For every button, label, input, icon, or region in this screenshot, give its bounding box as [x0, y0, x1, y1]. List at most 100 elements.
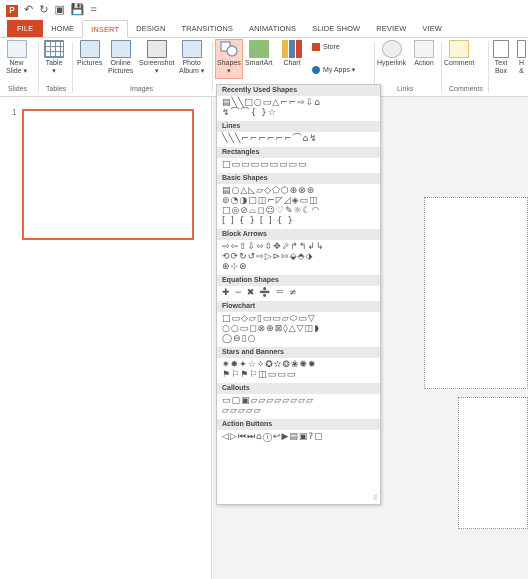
gallery-section-header: Flowchart: [217, 301, 380, 312]
shape-row[interactable]: ⊚◔◑▢◫⌐◸◿◈▭◫: [222, 196, 376, 206]
tab-insert[interactable]: INSERT: [82, 20, 129, 38]
comment-label: Comment: [444, 60, 475, 67]
my-apps-button[interactable]: My Apps ▾: [312, 66, 355, 74]
gallery-shape-grid: ▭▢▣▱▱▱▱▱▱▱▱ ▱▱▱▱▱: [217, 394, 380, 419]
shapes-button[interactable]: Shapes ▾: [215, 39, 243, 79]
slide-thumbnail[interactable]: [22, 109, 194, 240]
hyperlink-button[interactable]: Hyperlink: [377, 40, 406, 68]
group-separator: [488, 42, 489, 92]
hyperlink-icon: [381, 40, 402, 58]
group-separator: [441, 42, 442, 92]
shapes-gallery: Recently Used Shapes ▤╲╲□○▭△⌐⌐⇨⇩⌂ ↯⌒⌒{ }☆ L…: [216, 84, 381, 505]
text-box-button[interactable]: Text Box: [493, 40, 509, 76]
group-label-tables: Tables: [46, 86, 67, 93]
new-slide-button[interactable]: New Slide ▾: [6, 40, 27, 76]
shape-row[interactable]: ╲╲╲⌐⌐⌐⌐⌐⌐⌒⌂↯: [222, 134, 376, 144]
shape-row[interactable]: ○○▭◻⊗⊕⊠◊△▽◫◗: [222, 324, 376, 334]
pictures-button[interactable]: Pictures: [77, 40, 102, 68]
resize-grip-icon[interactable]: ⠿: [373, 496, 378, 502]
shape-row[interactable]: ▱▱▱▱▱: [222, 406, 376, 416]
smartart-label: SmartArt: [245, 60, 273, 67]
gallery-shape-grid: ▤╲╲□○▭△⌐⌐⇨⇩⌂ ↯⌒⌒{ }☆: [217, 96, 380, 121]
gallery-section-header: Stars and Banners: [217, 347, 380, 358]
store-label: Store: [323, 43, 340, 51]
tab-animations[interactable]: ANIMATIONS: [241, 20, 304, 37]
shape-row[interactable]: ↯⌒⌒{ }☆: [222, 108, 376, 118]
text-box-icon: [493, 40, 509, 58]
tab-file[interactable]: FILE: [7, 20, 44, 37]
header-footer-icon: [517, 40, 526, 58]
online-pictures-label: Online Pictures: [108, 60, 134, 75]
shape-row[interactable]: ⊕⊹⊛: [222, 262, 376, 272]
photo-album-icon: [181, 40, 202, 58]
shape-row[interactable]: ◁▷⏮⏭⌂ⓘ↩▶▤▣?▢: [222, 432, 376, 442]
shape-row[interactable]: ◯⊖▯○: [222, 334, 376, 344]
tab-transitions[interactable]: TRANSITIONS: [173, 20, 241, 37]
tab-home[interactable]: HOME: [43, 20, 82, 37]
redo-icon[interactable]: ↻: [39, 5, 48, 16]
camera-icon: [146, 40, 167, 58]
my-apps-icon: [312, 66, 320, 74]
gallery-shape-grid: □▭▭▭▭▭▭▭▭: [217, 158, 380, 173]
table-button[interactable]: Table ▾: [44, 40, 64, 76]
shape-row[interactable]: ▤○△◺▱◇⬠⬡⊕⊗⊛: [222, 186, 376, 196]
group-separator: [72, 42, 73, 92]
screenshot-button[interactable]: Screenshot ▾: [139, 40, 174, 76]
group-label-images: Images: [130, 86, 153, 93]
table-icon: [44, 40, 64, 58]
comment-button[interactable]: Comment: [444, 40, 474, 68]
new-slide-label: New Slide ▾: [6, 60, 28, 75]
tab-slide-show[interactable]: SLIDE SHOW: [304, 20, 368, 37]
save-icon[interactable]: 💾: [71, 5, 85, 16]
subtitle-placeholder[interactable]: [458, 397, 528, 529]
header-footer-label: H &: [518, 60, 525, 75]
pictures-icon: [79, 40, 100, 58]
customize-qat-icon[interactable]: =: [91, 5, 97, 16]
undo-icon[interactable]: ↶: [24, 5, 33, 16]
shapes-icon: [219, 40, 239, 58]
gallery-section-header: Lines: [217, 121, 380, 132]
shape-row[interactable]: ✷✸✦☆✧✪✫❂❀✺✹: [222, 360, 376, 370]
group-separator: [38, 42, 39, 92]
store-button[interactable]: Store: [312, 43, 340, 51]
group-label-comments: Comments: [449, 86, 483, 93]
shape-row[interactable]: ⟲⟳↻↺⇨▷⊳⇰⬙⬘⬗: [222, 252, 376, 262]
gallery-shape-grid: □▭◇▱▯▭▭▱⬭▭▽ ○○▭◻⊗⊕⊠◊△▽◫◗ ◯⊖▯○: [217, 312, 380, 347]
shape-row[interactable]: [ ] { } [ ] { }: [222, 216, 376, 226]
title-placeholder[interactable]: [424, 197, 528, 389]
smartart-button[interactable]: SmartArt: [245, 40, 273, 68]
start-from-beginning-icon[interactable]: ▣: [54, 5, 64, 16]
tab-design[interactable]: DESIGN: [128, 20, 173, 37]
group-label-slides: Slides: [8, 86, 28, 93]
shape-row[interactable]: ✚ − ✖ ➗ ＝ ≠: [222, 288, 376, 298]
gallery-section-header: Rectangles: [217, 147, 380, 158]
shape-row[interactable]: ▤╲╲□○▭△⌐⌐⇨⇩⌂: [222, 98, 376, 108]
chart-button[interactable]: Chart: [282, 40, 302, 68]
shape-row[interactable]: ⚑⚐⚑⚐◫▭▭▭: [222, 370, 376, 380]
gallery-shape-grid: ╲╲╲⌐⌐⌐⌐⌐⌐⌒⌂↯: [217, 132, 380, 147]
online-pictures-button[interactable]: Online Pictures: [108, 40, 133, 76]
header-footer-button[interactable]: H &: [517, 40, 526, 76]
table-label: Table ▾: [45, 60, 63, 75]
photo-album-button[interactable]: Photo Album ▾: [179, 40, 204, 76]
shape-row[interactable]: □▭▭▭▭▭▭▭▭: [222, 160, 376, 170]
action-icon: [414, 40, 434, 58]
gallery-shape-grid: ◁▷⏮⏭⌂ⓘ↩▶▤▣?▢: [217, 430, 380, 445]
action-button[interactable]: Action: [414, 40, 434, 68]
group-label-links: Links: [397, 86, 414, 93]
shape-row[interactable]: □◎⊘⌓◻☺♡✎☼☾◠: [222, 206, 376, 216]
shape-row[interactable]: ▭▢▣▱▱▱▱▱▱▱▱: [222, 396, 376, 406]
slide-number: 1: [12, 108, 17, 117]
gallery-shape-grid: ▤○△◺▱◇⬠⬡⊕⊗⊛ ⊚◔◑▢◫⌐◸◿◈▭◫ □◎⊘⌓◻☺♡✎☼☾◠[ ] { }…: [217, 184, 380, 229]
pictures-label: Pictures: [77, 60, 103, 67]
tab-view[interactable]: VIEW: [414, 20, 450, 37]
gallery-shape-grid: ✚ − ✖ ➗ ＝ ≠: [217, 286, 380, 301]
shape-row[interactable]: ⇨⇦⇧⇩⬄⇳✥⬀↱↰↲↳: [222, 242, 376, 252]
text-box-label: Text Box: [494, 60, 508, 75]
my-apps-label: My Apps ▾: [323, 67, 356, 74]
photo-album-label: Photo Album ▾: [179, 60, 205, 75]
gallery-section-header: Basic Shapes: [217, 173, 380, 184]
tab-review[interactable]: REVIEW: [368, 20, 414, 37]
shape-row[interactable]: □▭◇▱▯▭▭▱⬭▭▽: [222, 314, 376, 324]
group-separator: [212, 42, 213, 92]
